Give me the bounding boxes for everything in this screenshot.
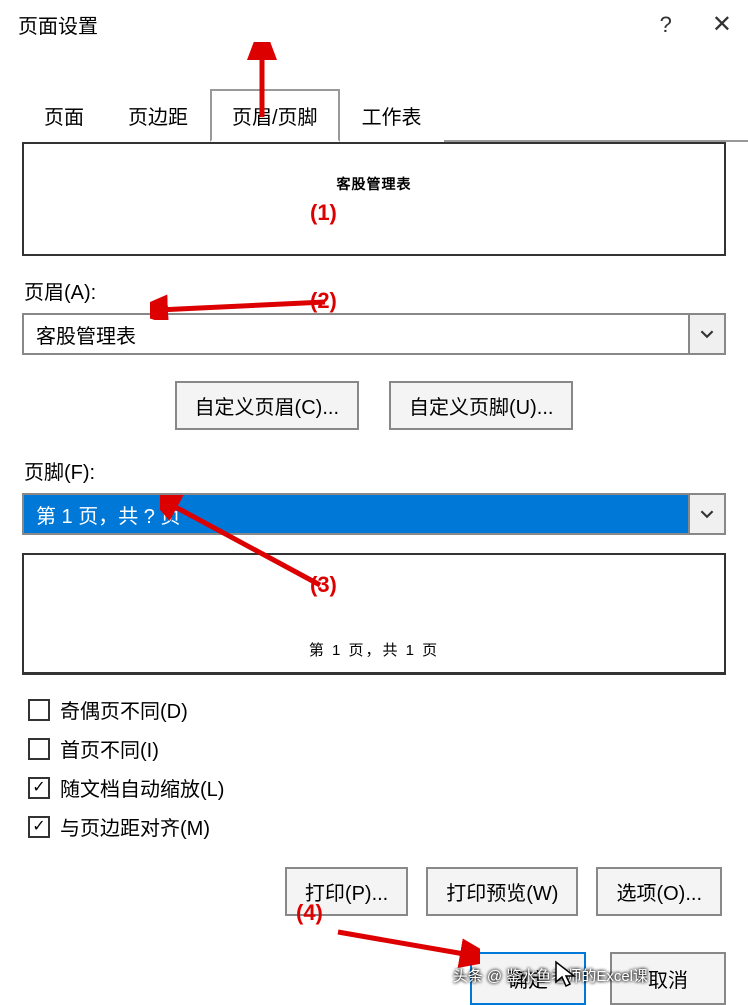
tab-header-footer[interactable]: 页眉/页脚 [210, 89, 340, 142]
check-scale-with-doc[interactable]: 随文档自动缩放(L) [28, 773, 726, 802]
check-first-page[interactable]: 首页不同(I) [28, 734, 726, 763]
check-odd-even[interactable]: 奇偶页不同(D) [28, 695, 726, 724]
custom-footer-button[interactable]: 自定义页脚(U)... [389, 381, 573, 430]
header-label: 页眉(A): [24, 276, 726, 305]
header-preview: 客股管理表 [22, 142, 726, 256]
footer-preview: 第 1 页，共 1 页 [22, 553, 726, 675]
tab-bar: 页面 页边距 页眉/页脚 工作表 [22, 87, 748, 142]
tab-content: 客股管理表 页眉(A): 客股管理表 自定义页眉(C)... 自定义页脚(U).… [0, 142, 748, 916]
dialog-title: 页面设置 [18, 10, 660, 39]
footer-combo-value: 第 1 页，共 ? 页 [24, 495, 688, 533]
header-combo[interactable]: 客股管理表 [22, 313, 726, 355]
custom-buttons: 自定义页眉(C)... 自定义页脚(U)... [22, 381, 726, 430]
chevron-down-icon[interactable] [688, 495, 724, 533]
print-preview-button[interactable]: 打印预览(W) [426, 867, 578, 916]
cursor-icon [554, 960, 578, 990]
footer-preview-text: 第 1 页，共 1 页 [34, 639, 714, 660]
footer-combo[interactable]: 第 1 页，共 ? 页 [22, 493, 726, 535]
custom-header-button[interactable]: 自定义页眉(C)... [175, 381, 359, 430]
header-preview-text: 客股管理表 [34, 174, 714, 194]
tab-sheet[interactable]: 工作表 [340, 89, 444, 142]
tab-page[interactable]: 页面 [22, 89, 106, 142]
options-button[interactable]: 选项(O)... [596, 867, 722, 916]
checkbox-icon[interactable] [28, 699, 50, 721]
print-button[interactable]: 打印(P)... [285, 867, 408, 916]
checkbox-group: 奇偶页不同(D) 首页不同(I) 随文档自动缩放(L) 与页边距对齐(M) [28, 695, 726, 841]
checkbox-icon[interactable] [28, 777, 50, 799]
tab-margins[interactable]: 页边距 [106, 89, 210, 142]
action-buttons: 打印(P)... 打印预览(W) 选项(O)... [22, 867, 722, 916]
watermark-text: 头条 @ 鉴水鱼老师的Excel课 [453, 965, 648, 986]
help-icon[interactable]: ? [660, 12, 672, 38]
footer-label: 页脚(F): [24, 456, 726, 485]
title-bar: 页面设置 ? ✕ [0, 0, 748, 47]
checkbox-icon[interactable] [28, 738, 50, 760]
close-icon[interactable]: ✕ [712, 10, 732, 39]
chevron-down-icon[interactable] [688, 315, 724, 353]
header-combo-value: 客股管理表 [24, 315, 688, 353]
check-align-margins[interactable]: 与页边距对齐(M) [28, 812, 726, 841]
checkbox-icon[interactable] [28, 816, 50, 838]
